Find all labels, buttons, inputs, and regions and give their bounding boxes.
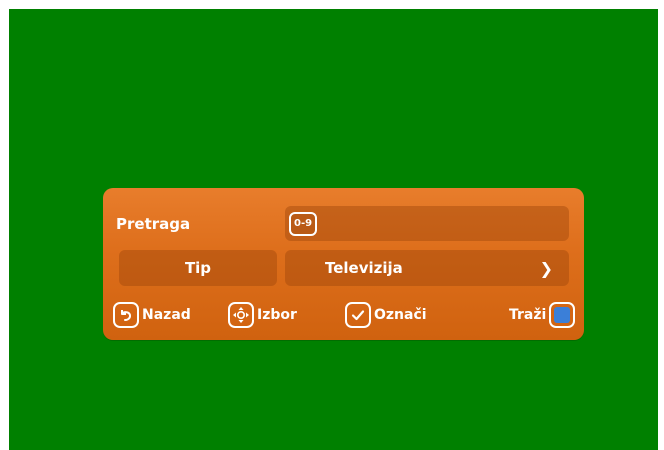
search-label: Pretraga (116, 215, 191, 233)
search-panel: Pretraga 0-9 Tip Televizija ❯ Nazad Izbo… (103, 188, 584, 340)
select-hint[interactable]: Izbor (228, 302, 297, 328)
search-hint-label: Traži (509, 307, 547, 323)
type-label-text: Tip (184, 259, 212, 277)
type-label: Tip (119, 250, 277, 286)
back-hint[interactable]: Nazad (113, 302, 191, 328)
back-arrow-icon (113, 302, 139, 328)
blue-key-swatch (554, 307, 571, 323)
select-hint-label: Izbor (257, 307, 297, 323)
type-selector[interactable]: Televizija ❯ (285, 250, 569, 286)
navigate-arrows-icon (228, 302, 254, 328)
chevron-right-icon[interactable]: ❯ (540, 259, 553, 278)
back-hint-label: Nazad (142, 307, 191, 323)
mark-hint-label: Označi (374, 307, 427, 323)
search-input[interactable]: 0-9 (285, 206, 569, 241)
blue-key-icon (549, 302, 576, 328)
numeric-input-badge: 0-9 (289, 211, 318, 236)
search-hint[interactable]: Traži (509, 302, 576, 328)
checkmark-icon (345, 302, 371, 328)
mark-hint[interactable]: Označi (345, 302, 427, 328)
tv-screen: Pretraga 0-9 Tip Televizija ❯ Nazad Izbo… (9, 9, 658, 450)
hint-bar: Nazad Izbor Označi Traži (113, 300, 576, 330)
type-value: Televizija (325, 259, 403, 277)
